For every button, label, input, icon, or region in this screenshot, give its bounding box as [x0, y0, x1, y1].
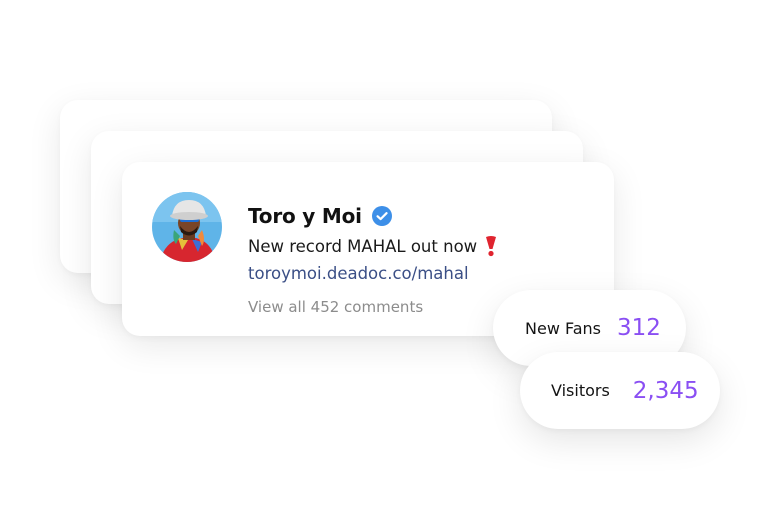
stage: Toro y Moi New record MAHAL out now toro…: [0, 0, 780, 530]
post-link[interactable]: toroymoi.deadoc.co/mahal: [248, 260, 598, 288]
caption-row: New record MAHAL out now: [248, 232, 598, 260]
visitors-label: Visitors: [551, 381, 610, 400]
verified-badge-icon: [371, 206, 392, 226]
avatar-image: [152, 192, 222, 262]
new-fans-value: 312: [617, 315, 661, 341]
avatar[interactable]: [152, 192, 222, 262]
new-fans-label: New Fans: [525, 318, 601, 338]
visitors-value: 2,345: [632, 377, 699, 404]
red-exclamation-icon: [483, 235, 499, 257]
post-caption: New record MAHAL out now: [248, 236, 478, 256]
author-name[interactable]: Toro y Moi: [248, 204, 362, 228]
author-row: Toro y Moi: [248, 202, 598, 230]
visitors-stat: Visitors 2,345: [520, 352, 720, 429]
